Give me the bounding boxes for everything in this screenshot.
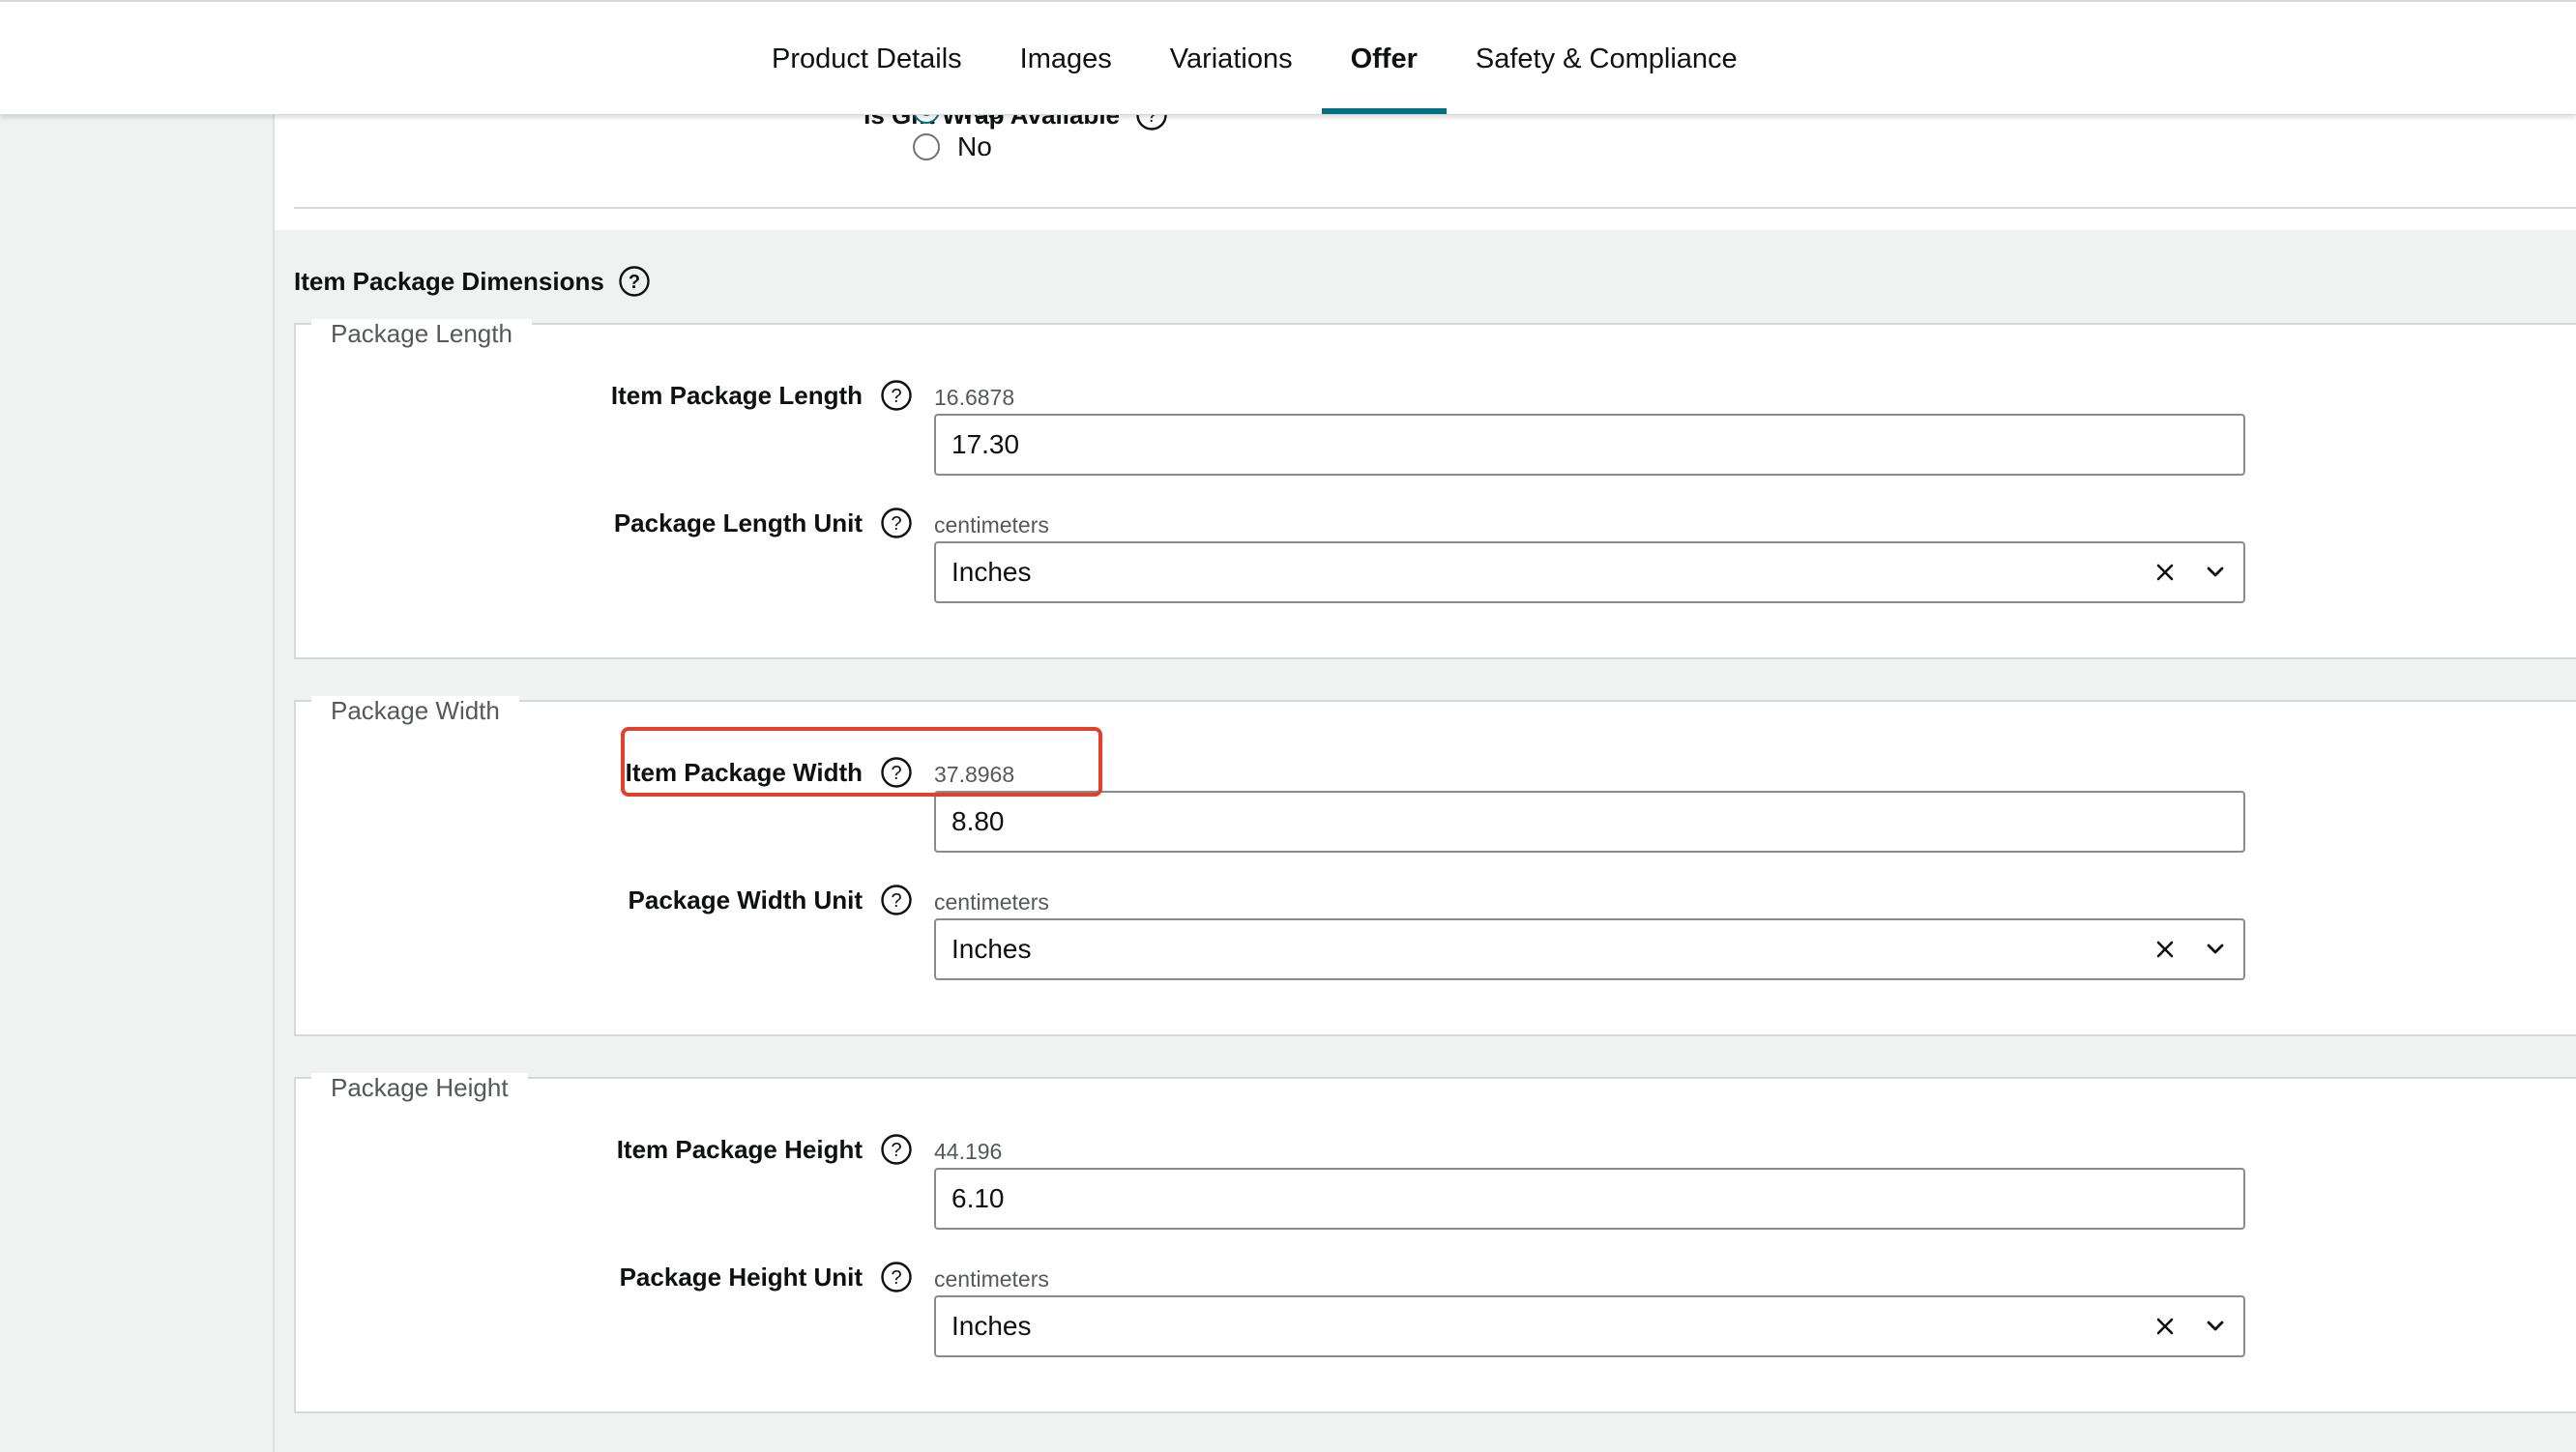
svg-text:?: ? xyxy=(891,1267,901,1289)
package-width-unit-select[interactable]: Inches xyxy=(934,918,2245,980)
package-height-unit-select[interactable]: Inches xyxy=(934,1295,2245,1357)
field-label: Item Package Length xyxy=(610,381,863,410)
item-package-height-field: Item Package Height ? 44.196 6.10 xyxy=(296,1133,2576,1251)
divider xyxy=(294,207,2576,209)
help-icon[interactable]: ? xyxy=(618,265,651,298)
main-content: Is Gift Wrap Available ? Yes No Item Pac… xyxy=(275,0,2576,1452)
tab-safety-compliance[interactable]: Safety & Compliance xyxy=(1447,2,1767,114)
input-value: 6.10 xyxy=(951,1183,1005,1213)
input-value: 17.30 xyxy=(951,429,1020,459)
select-value: Inches xyxy=(951,557,1032,587)
highlight-box xyxy=(621,727,1102,797)
svg-text:?: ? xyxy=(891,890,901,912)
group-legend: Package Length xyxy=(311,319,532,349)
item-package-length-input[interactable]: 17.30 xyxy=(934,414,2245,476)
radio-icon[interactable] xyxy=(913,133,940,160)
svg-text:?: ? xyxy=(891,513,901,535)
field-label: Package Width Unit xyxy=(628,886,863,915)
svg-text:?: ? xyxy=(629,272,640,293)
section-title-text: Item Package Dimensions xyxy=(294,266,604,296)
select-value: Inches xyxy=(951,934,1032,964)
select-icons xyxy=(2151,920,2230,978)
left-rail xyxy=(0,0,275,1452)
select-icons xyxy=(2151,1297,2230,1355)
help-icon[interactable]: ? xyxy=(880,379,913,412)
tab-product-details[interactable]: Product Details xyxy=(743,2,991,114)
clear-icon[interactable] xyxy=(2151,1312,2180,1341)
chevron-down-icon[interactable] xyxy=(2201,935,2230,964)
field-hint: 16.6878 xyxy=(934,385,1015,410)
item-package-dimensions-section: Item Package Dimensions ? Package Length… xyxy=(275,230,2576,1452)
tab-images[interactable]: Images xyxy=(991,2,1141,114)
package-height-group: Package Height Item Package Height ? 44.… xyxy=(294,1073,2576,1413)
item-package-width-input[interactable]: 8.80 xyxy=(934,791,2245,853)
package-length-group: Package Length Item Package Length ? 16.… xyxy=(294,319,2576,659)
input-value: 8.80 xyxy=(951,806,1005,836)
gift-wrap-no-label: No xyxy=(957,131,992,161)
select-icons xyxy=(2151,543,2230,601)
field-hint: centimeters xyxy=(934,512,1049,537)
package-width-unit-field: Package Width Unit ? centimeters Inches xyxy=(296,884,2576,1002)
field-label: Package Length Unit xyxy=(613,508,863,537)
tab-header: Product Details Images Variations Offer … xyxy=(0,0,2576,115)
tab-variations[interactable]: Variations xyxy=(1141,2,1322,114)
gift-wrap-no-option[interactable]: No xyxy=(913,131,992,162)
tab-bar: Product Details Images Variations Offer … xyxy=(743,2,1767,114)
chevron-down-icon[interactable] xyxy=(2201,1312,2230,1341)
group-legend: Package Width xyxy=(311,696,519,726)
field-hint: 44.196 xyxy=(934,1139,1003,1164)
field-hint: centimeters xyxy=(934,889,1049,915)
help-icon[interactable]: ? xyxy=(880,1261,913,1293)
tab-offer[interactable]: Offer xyxy=(1321,2,1448,114)
item-package-length-field: Item Package Length ? 16.6878 17.30 xyxy=(296,379,2576,497)
svg-text:?: ? xyxy=(891,386,901,407)
package-length-unit-field: Package Length Unit ? centimeters Inches xyxy=(296,508,2576,624)
select-value: Inches xyxy=(951,1311,1032,1341)
help-icon[interactable]: ? xyxy=(880,884,913,916)
package-length-unit-select[interactable]: Inches xyxy=(934,541,2245,603)
package-height-unit-field: Package Height Unit ? centimeters Inches xyxy=(296,1261,2576,1379)
help-icon[interactable]: ? xyxy=(880,1133,913,1166)
field-label: Package Height Unit xyxy=(619,1263,863,1292)
field-hint: centimeters xyxy=(934,1266,1049,1292)
clear-icon[interactable] xyxy=(2151,558,2180,587)
section-title: Item Package Dimensions ? xyxy=(294,265,651,298)
group-legend: Package Height xyxy=(311,1073,528,1103)
field-label: Item Package Height xyxy=(616,1135,863,1164)
help-icon[interactable]: ? xyxy=(880,507,913,539)
chevron-down-icon[interactable] xyxy=(2201,558,2230,587)
item-package-height-input[interactable]: 6.10 xyxy=(934,1168,2245,1230)
svg-text:?: ? xyxy=(891,1140,901,1161)
clear-icon[interactable] xyxy=(2151,935,2180,964)
